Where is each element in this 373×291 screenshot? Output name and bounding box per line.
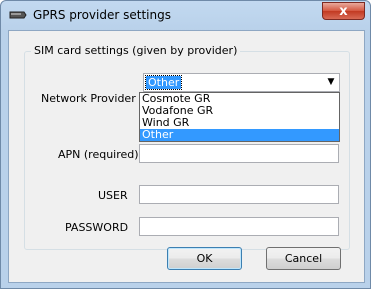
device-icon: [9, 9, 27, 21]
window-title: GPRS provider settings: [33, 8, 171, 22]
cancel-button[interactable]: Cancel: [266, 247, 341, 270]
title-bar[interactable]: GPRS provider settings x: [1, 1, 370, 31]
network-provider-value: Other: [144, 75, 183, 90]
group-title: SIM card settings (given by provider): [31, 44, 241, 57]
dropdown-option-other[interactable]: Other: [140, 129, 339, 141]
network-provider-label: Network Provider: [41, 92, 136, 105]
dialog-body: SIM card settings (given by provider) Ne…: [8, 30, 365, 283]
ok-button[interactable]: OK: [167, 247, 242, 270]
user-input[interactable]: [139, 185, 339, 204]
password-input[interactable]: [139, 217, 339, 236]
chevron-down-icon[interactable]: ▼: [323, 74, 339, 91]
sim-settings-group: SIM card settings (given by provider) Ne…: [24, 44, 350, 250]
network-provider-dropdown-list: Cosmote GR Vodafone GR Wind GR Other: [139, 92, 340, 142]
apn-input[interactable]: [139, 144, 339, 163]
password-label: PASSWORD: [65, 221, 129, 234]
dialog-window: GPRS provider settings x SIM card settin…: [0, 0, 371, 289]
close-button[interactable]: x: [322, 2, 365, 20]
network-provider-select[interactable]: Other ▼: [143, 73, 340, 92]
user-label: USER: [98, 189, 128, 202]
apn-label: APN (required): [58, 148, 139, 161]
